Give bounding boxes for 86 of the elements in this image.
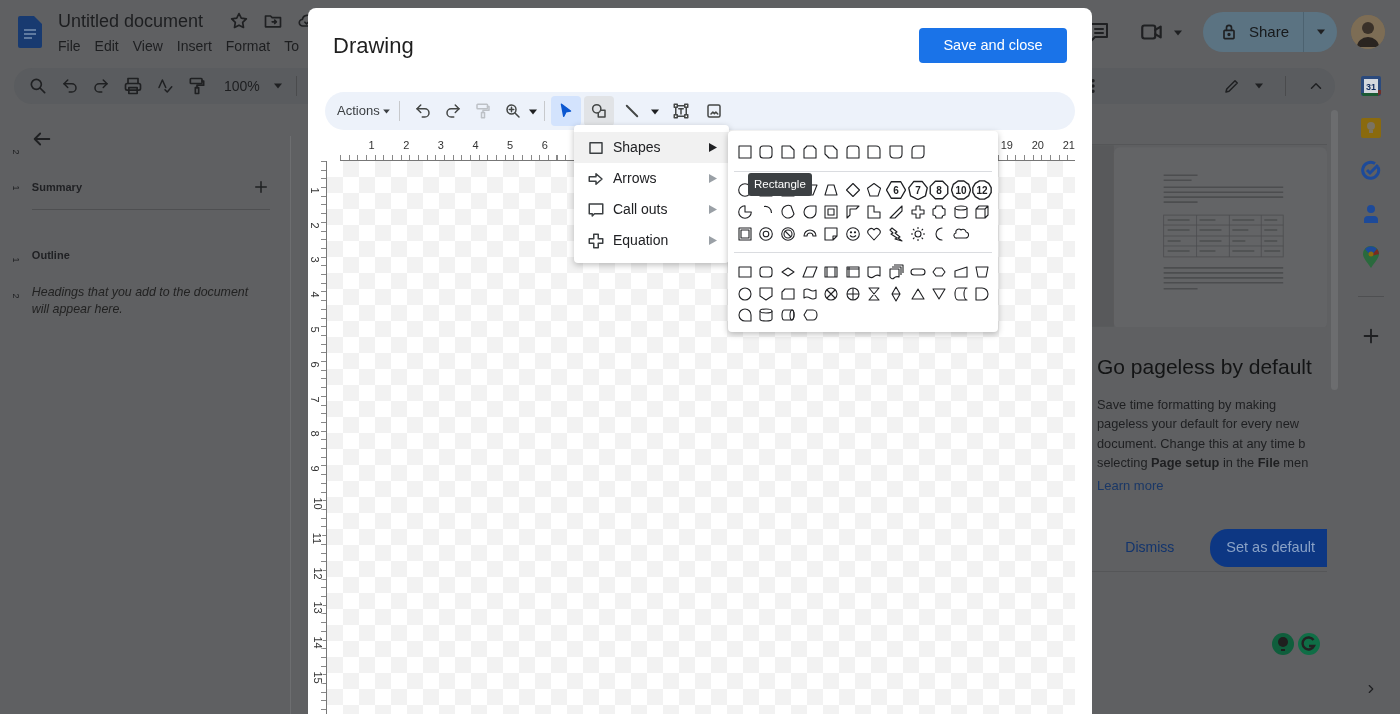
side-count-label: 10 [955,185,967,196]
submenu-arrow-icon [709,205,717,214]
set-default-button[interactable]: Set as default [1210,528,1327,567]
ruler-number: 5 [308,326,320,333]
side-count-label: 7 [914,185,921,196]
caret-icon[interactable] [527,108,538,115]
side-count-label: 6 [893,185,899,196]
ruler-number: 4 [308,291,320,298]
ruler-number: 1 [367,139,375,152]
ruler-number: 5 [506,139,514,152]
heptagon-icon[interactable]: 7 [906,179,929,202]
decagon-icon[interactable]: 10 [949,179,972,202]
shape-tool-button[interactable] [583,96,614,126]
spellcheck-icon[interactable] [156,77,174,95]
zoom-select[interactable]: 100% [224,75,260,97]
hexagon-icon[interactable]: 6 [885,179,907,202]
pencil-icon[interactable] [1223,77,1241,95]
undo-icon[interactable] [413,102,432,120]
promo-text: Save time formatting by making pageless your default for every new document. Change this at any time b selecting Page setup in the File men [1097,395,1310,473]
menu-item[interactable]: File [58,35,81,57]
summary-heading: Summary [31,179,82,195]
ruler-number: 19 [999,139,1013,152]
redo-icon[interactable] [443,102,462,120]
dialog-title: Drawing [333,32,414,60]
outline-hint: Headings that you add to the document will appear here. [31,284,250,318]
select-tool-button[interactable] [550,96,581,126]
caret-icon [1315,29,1326,35]
side-count-label: 8 [936,185,942,196]
ruler-number: 6 [308,361,320,368]
menu-item[interactable]: Arrows [574,163,729,194]
search-icon[interactable] [28,76,48,96]
ruler-number: 2 [10,292,23,301]
zoom-icon[interactable] [503,102,522,120]
menu-item[interactable]: Shapes [574,132,729,163]
ruler-number: 13 [311,601,323,614]
menu-item[interactable]: Equation [574,225,729,256]
dodecagon-icon[interactable]: 12 [971,179,994,202]
menu-item[interactable]: Edit [94,35,119,57]
ruler-number: 1 [308,187,320,194]
ruler-number: 21 [1061,139,1075,152]
paint-format-icon[interactable] [187,76,207,96]
star-icon[interactable] [229,10,250,31]
octagon-icon[interactable]: 8 [928,179,950,202]
outline-heading: Outline [31,248,70,263]
docs-logo-icon[interactable] [18,16,42,48]
side-count-label: 12 [976,185,988,196]
ruler-number: 15 [311,671,323,684]
ruler-number: 12 [311,566,323,580]
ruler-number: 9 [308,465,320,472]
menu-item[interactable]: Format [225,35,271,57]
promo-title: Go pageless by default [1097,354,1313,380]
menu-item[interactable]: To [284,35,299,57]
ruler-number: 4 [471,139,479,152]
submenu-arrow-icon [709,236,717,245]
submenu-arrow-icon [709,174,717,183]
ruler-number: 2 [402,139,410,152]
speech-bubble-icon [587,200,605,219]
menu-item[interactable]: Call outs [574,194,729,225]
calendar-date: 31 [1366,81,1376,92]
image-icon [704,102,723,120]
ruler-number: 2 [10,148,23,157]
ruler-number: 6 [540,139,548,152]
ruler-number: 3 [436,139,444,152]
print-icon[interactable] [123,76,143,96]
caret-icon[interactable] [649,108,660,115]
menu-item[interactable]: View [132,35,163,57]
tooltip: Rectangle [748,173,812,197]
check-circle-icon[interactable] [1360,160,1382,182]
menu-item[interactable]: Insert [176,35,212,57]
ruler-number: 2 [308,222,320,229]
submenu-arrow-icon [709,143,717,152]
caret-icon [381,108,391,114]
ruler-number: 14 [311,636,323,649]
calendar-icon[interactable]: 31 [1361,76,1381,96]
save-and-close-button[interactable]: Save and close [919,28,1067,63]
ruler-number: 20 [1030,139,1044,152]
text-box-icon [671,102,690,120]
actions-menu-button[interactable]: Actions [337,101,391,121]
shape-icon [589,102,608,120]
plus-icon [587,231,605,250]
ruler-number: 3 [308,256,320,263]
document-title[interactable]: Untitled document [58,9,204,32]
ruler-number: 7 [308,396,320,403]
ruler-number: 8 [308,430,320,437]
ruler-number: 11 [311,532,323,544]
ruler-number: 10 [311,497,323,510]
